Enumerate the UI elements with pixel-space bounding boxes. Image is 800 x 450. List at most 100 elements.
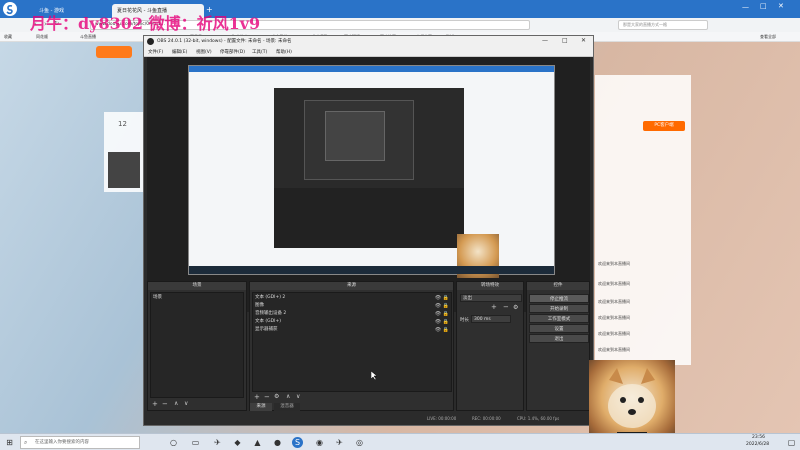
taskbar-search-placeholder: 在这里输入你要搜索的内容 (35, 440, 89, 445)
duration-input[interactable]: 300 ms (471, 315, 511, 323)
windows-start-icon[interactable]: ⊞ (4, 437, 15, 448)
search-icon: ⌕ (24, 439, 28, 446)
streamer-avatar[interactable] (108, 152, 140, 188)
task-view-icon[interactable]: ○ (168, 437, 179, 448)
sources-dock-title: 来源 (250, 282, 453, 290)
menu-help[interactable]: 帮助(H) (276, 49, 292, 55)
maximize-icon[interactable]: □ (760, 2, 767, 10)
tab-mixer[interactable]: 混音器 (274, 403, 300, 411)
preview-recursive-frame (325, 111, 385, 161)
exit-button[interactable]: 退出 (529, 334, 589, 343)
chat-message: 欢迎来到本直播间 (598, 281, 630, 286)
source-item[interactable]: 文本 (GDI+) 👁 🔒 (255, 318, 451, 326)
app-icon[interactable]: ◎ (354, 437, 365, 448)
cpu-fps: CPU: 1.4%, 60.00 fps (517, 416, 560, 421)
studio-mode-button[interactable]: 工作室模式 (529, 314, 589, 323)
sources-dock: 来源 文本 (GDI+) 2 👁 🔒 图像 👁 🔒 音频输出设备 2 👁 🔒 文本 (… (249, 281, 454, 411)
obs-window-title: OBS 24.0.1 (32-bit, windows) - 配置文件: 未命名… (157, 39, 292, 44)
source-item[interactable]: 音频输出设备 2 👁 🔒 (255, 310, 451, 318)
visibility-lock-icons[interactable]: 👁 🔒 (435, 318, 449, 326)
visibility-lock-icons[interactable]: 👁 🔒 (435, 302, 449, 310)
obs-maximize-icon[interactable]: □ (562, 37, 568, 44)
chat-message: 欢迎来到本直播间 (598, 299, 630, 304)
app-icon[interactable]: ✈ (334, 437, 345, 448)
start-recording-button[interactable]: 开始录制 (529, 304, 589, 313)
transition-select[interactable]: 淡出 (460, 294, 522, 302)
bookmark-item[interactable]: 查看全部 (760, 34, 776, 40)
source-label: 图像 (255, 303, 264, 308)
obs-close-icon[interactable]: ✕ (581, 37, 586, 44)
pc-client-badge[interactable]: PC客户端 (643, 121, 685, 131)
scene-item[interactable]: 场景 (153, 294, 243, 302)
transitions-dock-title: 转场特效 (457, 282, 523, 290)
remove-transition-button[interactable]: − (503, 303, 509, 311)
bookmark-item[interactable]: 收藏 (4, 34, 12, 40)
preview-nested-obs-inner (304, 100, 414, 180)
menu-edit[interactable]: 编辑(E) (172, 49, 187, 55)
menu-docks[interactable]: 停靠部件(D) (220, 49, 245, 55)
settings-button[interactable]: 设置 (529, 324, 589, 333)
chat-message: 欢迎来到本直播间 (598, 315, 630, 320)
add-source-button[interactable]: + (254, 393, 260, 401)
visibility-lock-icons[interactable]: 👁 🔒 (435, 310, 449, 318)
source-settings-gear-icon[interactable]: ⚙ (274, 393, 279, 400)
minimize-icon[interactable]: — (742, 3, 749, 11)
obs-titlebar: OBS 24.0.1 (32-bit, windows) - 配置文件: 未命名… (144, 36, 593, 48)
source-item[interactable]: 图像 👁 🔒 (255, 302, 451, 310)
tab-sources[interactable]: 来源 (250, 403, 272, 411)
preview-nested-docks (274, 188, 464, 248)
remove-source-button[interactable]: − (264, 393, 270, 401)
chat-message: 欢迎来到本直播间 (598, 347, 630, 352)
app-icon[interactable]: ● (272, 437, 283, 448)
stop-streaming-button[interactable]: 停止推流 (529, 294, 589, 303)
controls-dock-title: 控件 (527, 282, 589, 290)
follower-count: 12 (118, 120, 127, 128)
chat-message: 欢迎来到本直播间 (598, 331, 630, 336)
windows-taskbar: ⊞ ⌕ 在这里输入你要搜索的内容 ○ ▭ ✈ ◆ ▲ ● S ◉ ✈ ◎ 23:… (0, 433, 800, 450)
remove-scene-button[interactable]: − (162, 400, 168, 408)
add-scene-button[interactable]: + (152, 400, 158, 408)
move-down-icon[interactable]: ∨ (296, 393, 300, 400)
source-item[interactable]: 文本 (GDI+) 2 👁 🔒 (255, 294, 451, 302)
menu-file[interactable]: 文件(F) (148, 49, 163, 55)
move-up-icon[interactable]: ∧ (286, 393, 290, 400)
taskbar-search-input[interactable]: ⌕ 在这里输入你要搜索的内容 (20, 436, 140, 449)
obs-preview[interactable] (147, 57, 590, 312)
live-timer: LIVE: 00:00:00 (427, 416, 457, 421)
scenes-list: 场景 (150, 292, 244, 398)
move-down-icon[interactable]: ∨ (184, 400, 188, 407)
search-input[interactable]: 那是大家的直播方式一格 (618, 20, 708, 30)
chat-message: 欢迎来到本直播间 (598, 261, 630, 266)
taskbar-date: 2022/6/28 (746, 442, 770, 447)
source-label: 音频输出设备 2 (255, 311, 287, 316)
app-icon[interactable]: ◆ (232, 437, 243, 448)
obs-minimize-icon[interactable]: — (542, 37, 548, 44)
source-label: 文本 (GDI+) (255, 319, 281, 324)
file-explorer-icon[interactable]: ▭ (190, 437, 201, 448)
sources-list: 文本 (GDI+) 2 👁 🔒 图像 👁 🔒 音频输出设备 2 👁 🔒 文本 (GDI… (252, 292, 452, 392)
controls-dock: 控件 停止推流 开始录制 工作室模式 设置 退出 (526, 281, 590, 411)
browser-taskbar-icon[interactable]: S (292, 437, 303, 448)
visibility-lock-icons[interactable]: 👁 🔒 (435, 294, 449, 302)
notification-icon[interactable]: ▢ (786, 437, 797, 448)
site-logo[interactable] (96, 46, 132, 58)
obs-taskbar-icon[interactable]: ◉ (314, 437, 325, 448)
transition-gear-icon[interactable]: ⚙ (513, 304, 518, 311)
obs-window: OBS 24.0.1 (32-bit, windows) - 配置文件: 未命名… (143, 35, 594, 426)
app-icon[interactable]: ▲ (252, 437, 263, 448)
add-transition-button[interactable]: + (491, 303, 497, 311)
menu-view[interactable]: 视图(V) (196, 49, 212, 55)
app-icon[interactable]: ✈ (212, 437, 223, 448)
obs-logo-icon (147, 38, 154, 45)
bookmark-item[interactable]: 同花顺 (36, 34, 48, 40)
menu-tools[interactable]: 工具(T) (252, 49, 267, 55)
close-icon[interactable]: ✕ (778, 2, 784, 10)
source-label: 显示器捕获 (255, 327, 278, 332)
source-item[interactable]: 显示器捕获 👁 🔒 (255, 326, 451, 334)
browser-logo-icon (3, 2, 17, 16)
preview-taskbar (189, 266, 554, 274)
stream-watermark: 月牛：dy8302 微博：祈风1v9 (30, 14, 261, 33)
bookmark-item[interactable]: 斗鱼直播 (80, 34, 96, 40)
move-up-icon[interactable]: ∧ (174, 400, 178, 407)
visibility-lock-icons[interactable]: 👁 🔒 (435, 326, 449, 334)
